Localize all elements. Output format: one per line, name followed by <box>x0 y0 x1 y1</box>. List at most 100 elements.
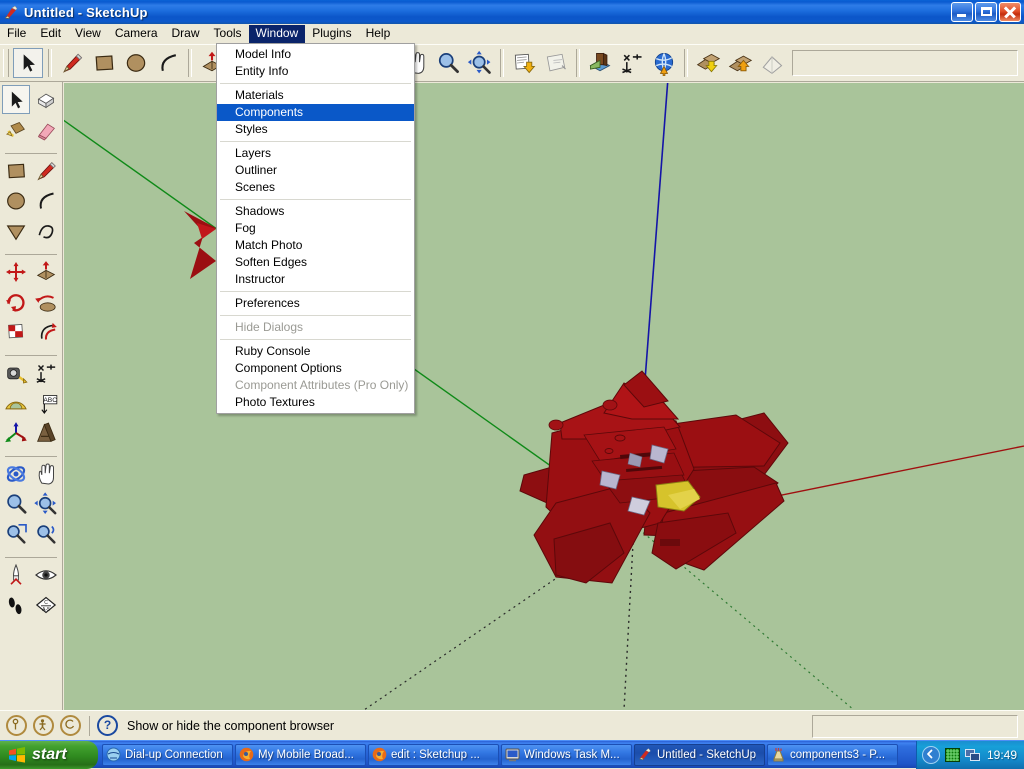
select-arrow-icon[interactable] <box>2 85 30 114</box>
menu-item-component-options[interactable]: Component Options <box>217 360 414 377</box>
menu-item-entity-info[interactable]: Entity Info <box>217 63 414 80</box>
tape-measure-icon[interactable] <box>2 358 30 387</box>
menu-plugins[interactable]: Plugins <box>305 25 358 43</box>
circle-icon[interactable] <box>121 48 151 78</box>
walk-footprints-icon[interactable] <box>2 590 30 619</box>
taskbar-button-label: My Mobile Broad... <box>258 748 354 761</box>
menu-item-ruby-console[interactable]: Ruby Console <box>217 343 414 360</box>
dimension-icon[interactable] <box>32 358 60 387</box>
print-preview-icon[interactable] <box>541 48 571 78</box>
model-info-icon[interactable] <box>585 48 615 78</box>
export-page-icon[interactable] <box>509 48 539 78</box>
menu-file[interactable]: File <box>0 25 33 43</box>
dimension-icon[interactable] <box>617 48 647 78</box>
3d-text-icon[interactable] <box>32 418 60 447</box>
arc-icon[interactable] <box>32 186 60 215</box>
menu-item-materials[interactable]: Materials <box>217 87 414 104</box>
question-mark-icon[interactable]: ? <box>97 715 118 736</box>
text-label-icon[interactable]: ABC <box>32 388 60 417</box>
windows-taskbar: start Dial-up Connection My Mobile Broad.… <box>0 740 1024 769</box>
start-button[interactable]: start <box>0 740 98 769</box>
toolbar-empty-dock <box>792 50 1018 76</box>
rectangle-icon[interactable] <box>2 156 30 185</box>
3d-warehouse-globe-icon[interactable] <box>649 48 679 78</box>
modeling-viewport[interactable] <box>64 83 1024 710</box>
pencil-line-icon[interactable] <box>57 48 87 78</box>
menu-tools[interactable]: Tools <box>207 25 249 43</box>
menu-camera[interactable]: Camera <box>108 25 165 43</box>
measurements-vcb-input[interactable] <box>812 715 1018 738</box>
eraser-icon[interactable] <box>32 115 60 144</box>
zoom-extents-icon[interactable] <box>465 48 495 78</box>
upload-component-icon[interactable] <box>725 48 755 78</box>
menu-edit[interactable]: Edit <box>33 25 68 43</box>
menu-item-outliner[interactable]: Outliner <box>217 162 414 179</box>
offset-icon[interactable] <box>32 317 60 346</box>
menu-view[interactable]: View <box>68 25 108 43</box>
follow-me-icon[interactable] <box>32 287 60 316</box>
minimize-button[interactable] <box>951 2 973 22</box>
menu-item-photo-textures[interactable]: Photo Textures <box>217 394 414 411</box>
move-icon[interactable] <box>2 257 30 286</box>
share-model-icon[interactable] <box>757 48 787 78</box>
menu-help[interactable]: Help <box>359 25 398 43</box>
show-hidden-icons-chevron[interactable] <box>921 745 940 764</box>
windows-flag-icon <box>8 746 26 764</box>
orbit-icon[interactable] <box>2 459 30 488</box>
taskbar-button[interactable]: Untitled - SketchUp <box>634 743 765 766</box>
axes-icon[interactable] <box>2 418 30 447</box>
download-component-icon[interactable] <box>693 48 723 78</box>
menu-item-model-info[interactable]: Model Info <box>217 46 414 63</box>
taskbar-button[interactable]: components3 - P... <box>767 743 898 766</box>
zoom-window-icon[interactable] <box>2 519 30 548</box>
paint-bucket-icon[interactable] <box>2 115 30 144</box>
make-component-icon[interactable] <box>32 85 60 114</box>
polygon-icon[interactable] <box>2 216 30 245</box>
zoom-icon[interactable] <box>2 489 30 518</box>
person-circle-icon[interactable] <box>6 715 27 736</box>
protractor-icon[interactable] <box>2 388 30 417</box>
window-menu-dropdown[interactable]: Model Info Entity Info Materials Components… <box>216 43 415 414</box>
look-around-eye-icon[interactable] <box>32 560 60 589</box>
menu-item-shadows[interactable]: Shadows <box>217 203 414 220</box>
section-plane-icon[interactable]: C A-5 <box>32 590 60 619</box>
menu-item-scenes[interactable]: Scenes <box>217 179 414 196</box>
globe-circle-icon[interactable] <box>60 715 81 736</box>
menu-item-layers[interactable]: Layers <box>217 145 414 162</box>
close-button[interactable] <box>999 2 1021 22</box>
taskbar-clock[interactable]: 19:49 <box>987 748 1017 762</box>
menu-item-match-photo[interactable]: Match Photo <box>217 237 414 254</box>
circle-icon[interactable] <box>2 186 30 215</box>
menu-window[interactable]: Window <box>248 24 306 43</box>
menu-draw[interactable]: Draw <box>165 25 207 43</box>
green-grid-icon[interactable] <box>944 747 960 762</box>
network-connection-icon[interactable] <box>964 748 980 762</box>
menu-item-soften-edges[interactable]: Soften Edges <box>217 254 414 271</box>
maximize-button[interactable] <box>975 2 997 22</box>
position-camera-icon[interactable] <box>2 560 30 589</box>
person-standing-circle-icon[interactable] <box>33 715 54 736</box>
arc-icon[interactable] <box>153 48 183 78</box>
scale-icon[interactable] <box>2 317 30 346</box>
menu-item-fog[interactable]: Fog <box>217 220 414 237</box>
zoom-extents-icon[interactable] <box>32 489 60 518</box>
pencil-line-icon[interactable] <box>32 156 60 185</box>
taskbar-button[interactable]: Dial-up Connection <box>102 743 233 766</box>
select-arrow-icon[interactable] <box>13 48 43 78</box>
large-tool-set-toolbar: ABC C A-5 <box>0 82 63 710</box>
rectangle-icon[interactable] <box>89 48 119 78</box>
menu-item-styles[interactable]: Styles <box>217 121 414 138</box>
push-pull-icon[interactable] <box>32 257 60 286</box>
rotate-icon[interactable] <box>2 287 30 316</box>
zoom-icon[interactable] <box>433 48 463 78</box>
menu-item-instructor[interactable]: Instructor <box>217 271 414 288</box>
toolbar-gripper[interactable] <box>3 49 9 77</box>
taskbar-button[interactable]: edit : Sketchup ... <box>368 743 499 766</box>
menu-item-components[interactable]: Components <box>217 104 414 121</box>
pan-hand-icon[interactable] <box>32 459 60 488</box>
taskbar-button[interactable]: My Mobile Broad... <box>235 743 366 766</box>
previous-view-icon[interactable] <box>32 519 60 548</box>
freehand-icon[interactable] <box>32 216 60 245</box>
menu-item-preferences[interactable]: Preferences <box>217 295 414 312</box>
taskbar-button[interactable]: Windows Task M... <box>501 743 632 766</box>
